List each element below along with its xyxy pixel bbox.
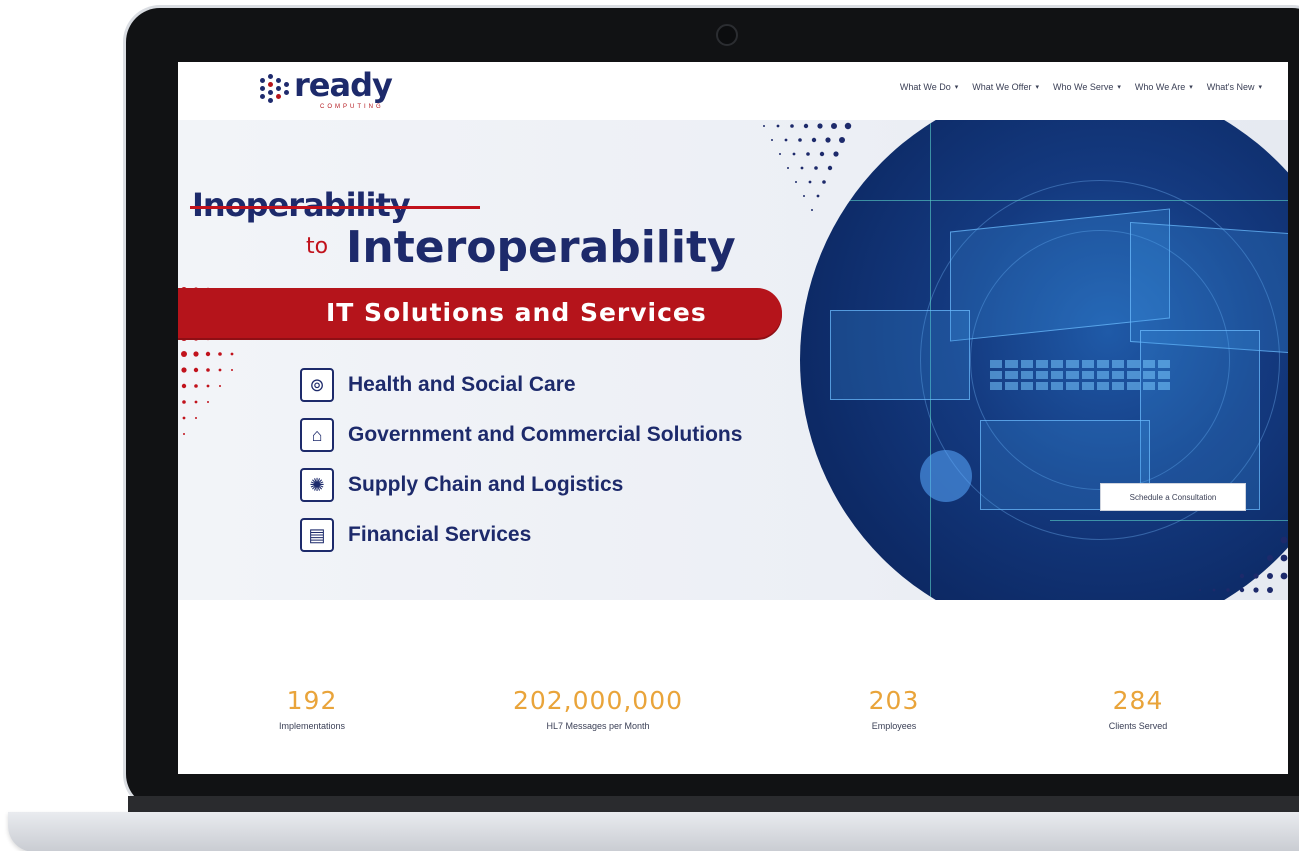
hero-banner: Inoperability to Interoperability IT Sol… xyxy=(178,120,1288,600)
nav-item-label: What We Offer xyxy=(972,82,1032,92)
chevron-down-icon: ▾ xyxy=(1258,84,1262,91)
services-ribbon: IT Solutions and Services xyxy=(178,288,782,338)
stat-value: 284 xyxy=(1112,686,1164,715)
hero-headline: Interoperability xyxy=(346,222,736,273)
government-building-icon: ⌂ xyxy=(300,418,334,452)
nav-item-whats-new[interactable]: What's New ▾ xyxy=(1207,82,1262,92)
sector-financial-services[interactable]: ▤ Financial Services xyxy=(300,510,742,560)
logo-tagline: COMPUTING xyxy=(320,104,384,110)
stat-implementations: 192 Implementations xyxy=(212,686,412,731)
stats-section: 192 Implementations 202,000,000 HL7 Mess… xyxy=(178,600,1288,774)
stat-label: Employees xyxy=(871,721,917,731)
nav-item-label: What's New xyxy=(1206,82,1255,92)
laptop-base xyxy=(8,812,1299,851)
user-avatar-icon xyxy=(920,450,972,502)
camera-icon xyxy=(716,24,738,46)
stat-clients-served: 284 Clients Served xyxy=(1038,686,1238,731)
sector-label: Supply Chain and Logistics xyxy=(348,473,624,496)
stat-label: Clients Served xyxy=(1108,721,1168,731)
stat-value: 203 xyxy=(868,686,920,715)
sector-label: Health and Social Care xyxy=(348,373,576,396)
sector-government-commercial[interactable]: ⌂ Government and Commercial Solutions xyxy=(300,410,742,460)
ribbon-title: IT Solutions and Services xyxy=(326,298,707,327)
sector-label: Government and Commercial Solutions xyxy=(348,423,743,446)
main-nav: What We Do ▾ What We Offer ▾ Who We Serv… xyxy=(900,82,1262,92)
device-mockup: ready COMPUTING What We Do ▾ What We Off… xyxy=(0,0,1299,851)
nav-item-what-we-do[interactable]: What We Do ▾ xyxy=(900,82,958,92)
logo-wordmark: ready xyxy=(294,66,393,104)
site-header: ready COMPUTING What We Do ▾ What We Off… xyxy=(178,62,1288,120)
clipboard-medical-icon: ⊚ xyxy=(300,368,334,402)
nav-item-who-we-serve[interactable]: Who We Serve ▾ xyxy=(1053,82,1121,92)
nav-item-what-we-offer[interactable]: What We Offer ▾ xyxy=(972,82,1039,92)
halftone-dots-decoration xyxy=(1199,536,1288,593)
logo-dots-icon xyxy=(258,74,298,104)
chevron-down-icon: ▾ xyxy=(1117,84,1121,91)
stat-value: 202,000,000 xyxy=(512,686,684,715)
stat-label: Implementations xyxy=(278,721,346,731)
nav-item-label: What We Do xyxy=(899,82,951,92)
strikethrough-line xyxy=(190,206,480,209)
stat-hl7-messages: 202,000,000 HL7 Messages per Month xyxy=(488,686,708,731)
headline-struck-word: Inoperability xyxy=(192,186,411,224)
brand-logo[interactable]: ready COMPUTING xyxy=(258,66,408,112)
headline-connector: to xyxy=(306,234,329,259)
website-screen: ready COMPUTING What We Do ▾ What We Off… xyxy=(178,62,1288,774)
schedule-consultation-button[interactable]: Schedule a Consultation xyxy=(1100,483,1246,511)
globe-network-icon: ✺ xyxy=(300,468,334,502)
stat-employees: 203 Employees xyxy=(794,686,994,731)
sector-health-social-care[interactable]: ⊚ Health and Social Care xyxy=(300,360,742,410)
sector-supply-chain[interactable]: ✺ Supply Chain and Logistics xyxy=(300,460,742,510)
stat-label: HL7 Messages per Month xyxy=(546,721,650,731)
nav-item-label: Who We Serve xyxy=(1053,82,1114,92)
sector-label: Financial Services xyxy=(348,523,532,546)
sector-list: ⊚ Health and Social Care ⌂ Government an… xyxy=(300,360,742,560)
calculator-chart-icon: ▤ xyxy=(300,518,334,552)
nav-item-who-we-are[interactable]: Who We Are ▾ xyxy=(1135,82,1193,92)
chevron-down-icon: ▾ xyxy=(1189,84,1193,91)
chevron-down-icon: ▾ xyxy=(1035,84,1039,91)
stat-value: 192 xyxy=(286,686,338,715)
chevron-down-icon: ▾ xyxy=(954,84,959,91)
nav-item-label: Who We Are xyxy=(1134,82,1186,92)
